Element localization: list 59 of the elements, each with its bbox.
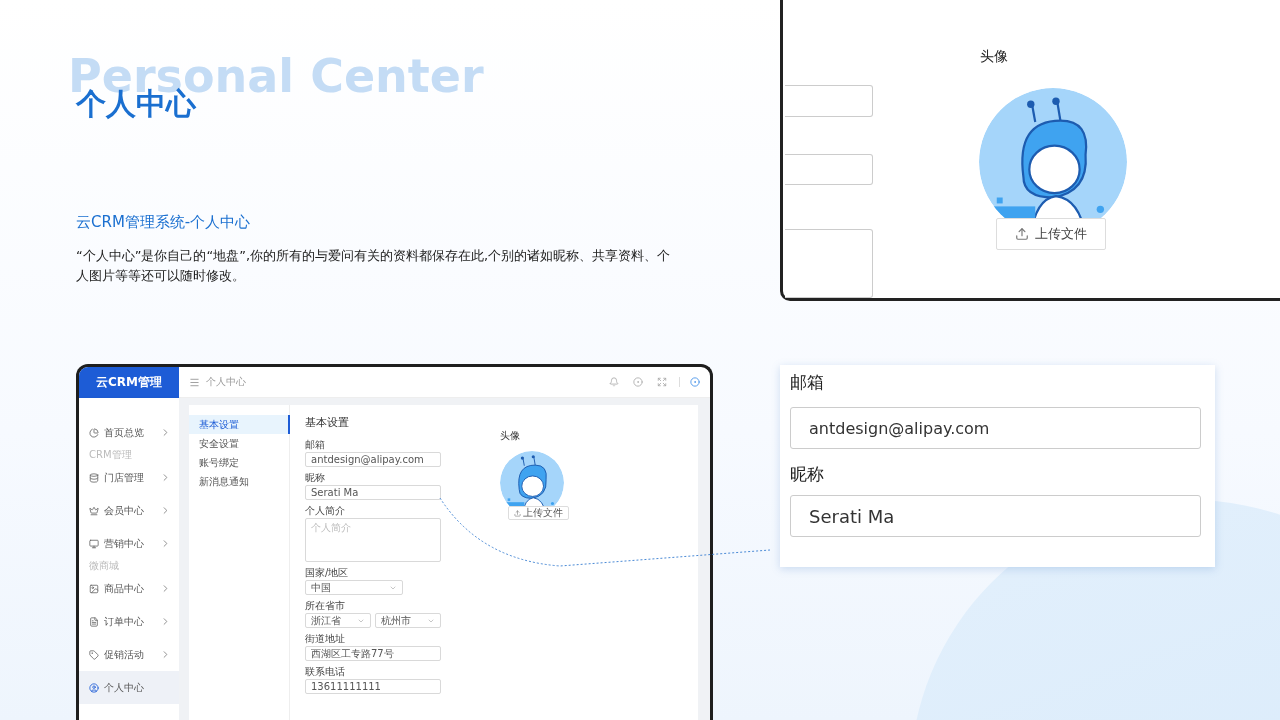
- upload-icon: [1015, 227, 1029, 241]
- menu-item-icon: [89, 682, 99, 693]
- menu-item-icon: [89, 649, 99, 660]
- sidebar-item[interactable]: 会员中心: [79, 494, 179, 527]
- sidebar-item[interactable]: 门店管理: [79, 461, 179, 494]
- upload-icon: [514, 509, 521, 517]
- menu-item-icon: [89, 583, 99, 594]
- menu-item-icon: [89, 472, 99, 483]
- field-label: 昵称: [790, 463, 824, 485]
- sidebar-item[interactable]: 个人中心: [79, 671, 179, 704]
- subtitle: 云CRM管理系统-个人中心: [76, 212, 251, 232]
- input-field[interactable]: antdesign@alipay.com: [305, 452, 441, 467]
- upload-button[interactable]: 上传文件: [508, 506, 569, 520]
- field-label: 联系电话: [305, 666, 345, 677]
- settings-tab[interactable]: 新消息通知: [189, 472, 290, 491]
- input-field[interactable]: 13611111111: [305, 679, 441, 694]
- textarea-field[interactable]: [785, 229, 873, 298]
- sidebar-item[interactable]: 营销中心: [79, 527, 179, 560]
- select-field[interactable]: 浙江省: [305, 613, 371, 628]
- menu-item-icon: [89, 505, 99, 516]
- input-field[interactable]: Serati Ma: [305, 485, 441, 500]
- field-label: 个人简介: [305, 505, 345, 516]
- input-field[interactable]: antdesign@alipay.com: [790, 407, 1201, 449]
- field-label: 所在省市: [305, 600, 345, 611]
- form-title: 基本设置: [305, 415, 349, 430]
- select-field[interactable]: 杭州市: [375, 613, 441, 628]
- settings-tab[interactable]: 基本设置: [189, 415, 290, 434]
- menu-item-icon: [89, 616, 99, 627]
- sidebar-section-label: CRM管理: [88, 449, 132, 461]
- input-field[interactable]: [785, 153, 873, 186]
- settings-icon[interactable]: [633, 377, 643, 387]
- menu-icon[interactable]: [189, 376, 200, 388]
- fullscreen-icon[interactable]: [657, 377, 667, 387]
- field-label: 国家/地区: [305, 567, 349, 578]
- user-avatar-icon[interactable]: [690, 377, 700, 387]
- upload-button[interactable]: 上传文件: [996, 218, 1106, 250]
- menu-item-icon: [89, 538, 99, 549]
- field-label: 昵称: [305, 472, 325, 483]
- field-label: 邮箱: [790, 371, 824, 393]
- avatar-label: 头像: [980, 48, 1008, 66]
- select-field[interactable]: 中国: [305, 580, 403, 595]
- breadcrumb: 个人中心: [206, 375, 246, 389]
- sidebar-item[interactable]: 首页总览: [79, 416, 179, 449]
- app-logo: 云CRM管理: [79, 367, 179, 398]
- settings-tab[interactable]: 安全设置: [189, 434, 290, 453]
- sidebar-item[interactable]: 商品中心: [79, 572, 179, 605]
- field-label: 街道地址: [305, 633, 345, 644]
- field-label: 邮箱: [305, 439, 325, 450]
- avatar-label: 头像: [500, 429, 520, 443]
- menu-item-icon: [89, 427, 99, 438]
- input-field[interactable]: [785, 85, 873, 117]
- bell-icon[interactable]: [609, 377, 619, 387]
- input-field[interactable]: Serati Ma: [790, 495, 1201, 537]
- settings-tab[interactable]: 账号绑定: [189, 453, 290, 472]
- description: “个人中心”是你自己的“地盘”,你的所有的与爱问有关的资料都保存在此,个别的诸如昵称、共享资料、个人图片等等还可以随时修改。: [76, 247, 672, 285]
- sidebar-section-label: 微商城: [88, 560, 119, 572]
- sidebar-item[interactable]: 促销活动: [79, 638, 179, 671]
- input-field[interactable]: 西湖区工专路77号: [305, 646, 441, 661]
- sidebar-item[interactable]: 订单中心: [79, 605, 179, 638]
